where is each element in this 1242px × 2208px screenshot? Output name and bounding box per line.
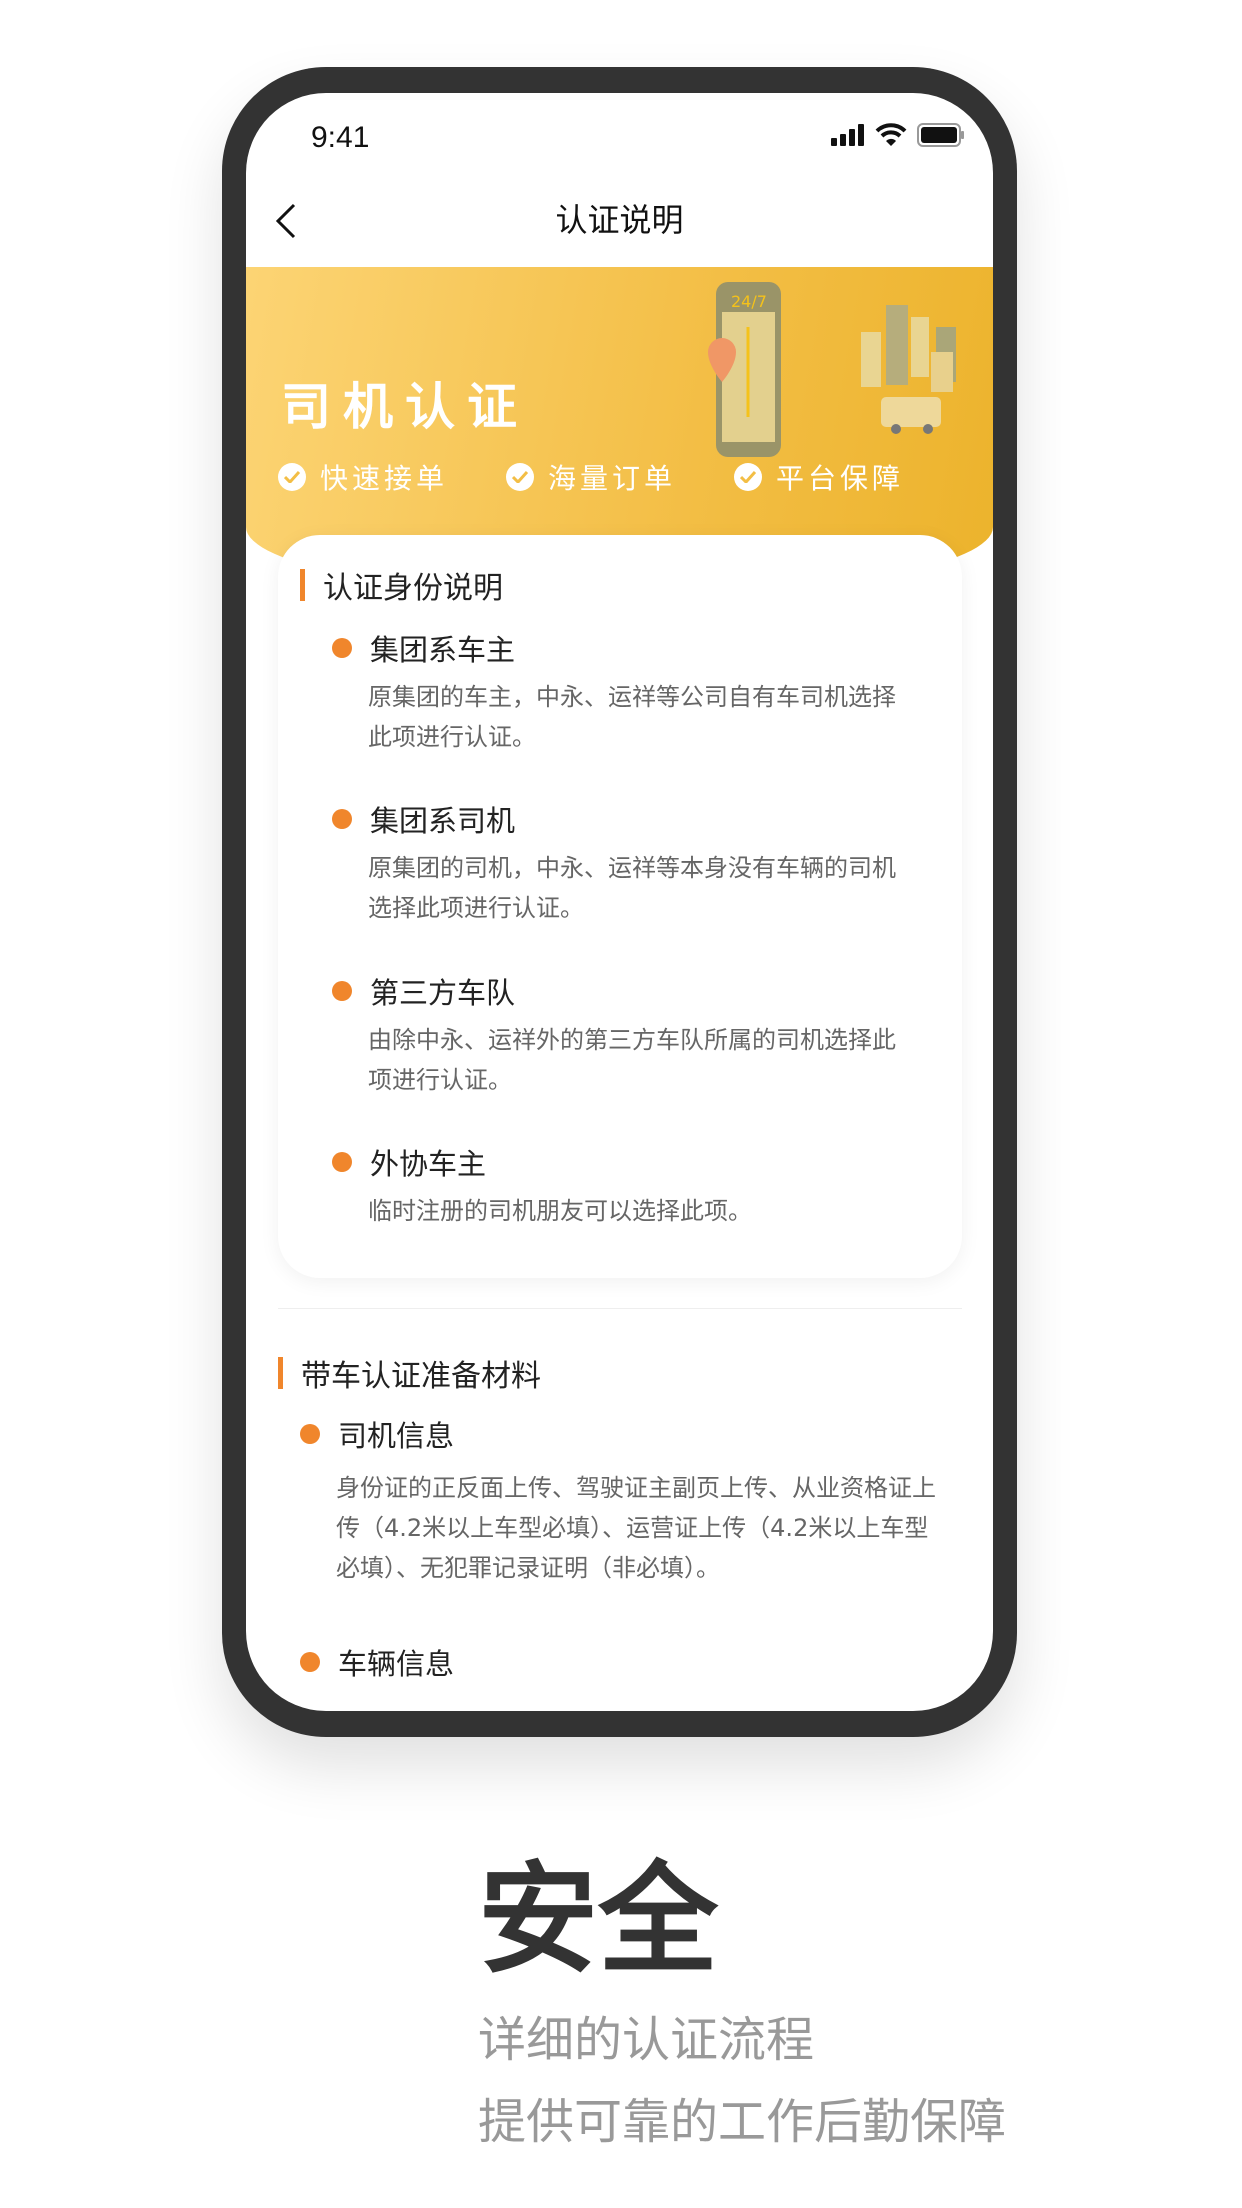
promo-line: 详细的认证流程 [478, 2012, 815, 2068]
bullet-icon [332, 638, 352, 658]
list-item-desc: 由除中永、运祥外的第三方车队所属的司机选择此项进行认证。 [368, 1026, 896, 1094]
list-item-title: 集团系司机 [332, 798, 515, 840]
bullet-icon [332, 1152, 352, 1172]
bullet-icon [300, 1652, 320, 1672]
identity-card: 认证身份说明 集团系车主 原集团的车主，中永、运祥等公司自有车司机选择此项进行认… [278, 535, 962, 1278]
check-icon [278, 463, 306, 491]
list-item-title: 司机信息 [300, 1413, 454, 1455]
item-title: 集团系司机 [370, 804, 516, 838]
bullet-icon [332, 981, 352, 1001]
promo-headline: 安全 [478, 1851, 718, 1990]
promo-line: 提供可靠的工作后勤保障 [478, 2094, 1007, 2150]
list-item-desc: 临时注册的司机朋友可以选择此项。 [368, 1197, 752, 1225]
list-item-title: 车辆信息 [300, 1641, 454, 1683]
status-icons [831, 123, 965, 147]
list-item-desc: 身份证的正反面上传、驾驶证主副页上传、从业资格证上传（4.2米以上车型必填）、运… [336, 1474, 936, 1582]
delivery-illustration-icon: 24/7 [708, 282, 956, 457]
battery-icon [917, 123, 964, 147]
list-item-desc: 原集团的司机，中永、运祥等本身没有车辆的司机选择此项进行认证。 [368, 854, 896, 922]
feature-many-orders: 海量订单 [506, 457, 676, 497]
feature-platform-guarantee: 平台保障 [734, 457, 904, 497]
signal-icon [831, 124, 864, 146]
list-item-title: 外协车主 [332, 1141, 486, 1183]
status-time: 9:41 [311, 121, 370, 154]
feature-label: 平台保障 [776, 462, 905, 495]
item-title: 集团系车主 [370, 633, 516, 667]
list-item-title: 集团系车主 [332, 627, 515, 669]
item-title: 外协车主 [370, 1147, 487, 1181]
wifi-icon [875, 123, 907, 146]
item-title: 第三方车队 [370, 976, 516, 1010]
divider [278, 1308, 962, 1309]
feature-label: 快速接单 [320, 462, 449, 495]
bullet-icon [300, 1424, 320, 1444]
bullet-icon [332, 809, 352, 829]
section-title: 带车认证准备材料 [301, 1359, 541, 1394]
list-item-desc: 原集团的车主，中永、运祥等公司自有车司机选择此项进行认证。 [368, 683, 896, 751]
accent-bar [300, 569, 305, 601]
feature-fast-orders: 快速接单 [278, 457, 448, 497]
banner-title: 司机认证 [281, 378, 529, 436]
svg-text:24/7: 24/7 [731, 292, 767, 311]
feature-label: 海量订单 [548, 462, 677, 495]
section-heading: 带车认证准备材料 [278, 1351, 541, 1395]
item-title: 司机信息 [338, 1419, 455, 1453]
phone-frame: 9:41 认证说明 司机认证 24/7 快速接单 海量订单 平台保障 认证身份说… [222, 67, 1017, 1737]
section-heading: 认证身份说明 [300, 563, 503, 607]
phone-screen: 9:41 认证说明 司机认证 24/7 快速接单 海量订单 平台保障 认证身份说… [246, 93, 993, 1711]
check-icon [734, 463, 762, 491]
accent-bar [278, 1357, 283, 1389]
check-icon [506, 463, 534, 491]
page-title: 认证说明 [555, 201, 684, 239]
list-item-title: 第三方车队 [332, 970, 515, 1012]
section-title: 认证身份说明 [323, 571, 503, 606]
item-title: 车辆信息 [338, 1647, 455, 1681]
